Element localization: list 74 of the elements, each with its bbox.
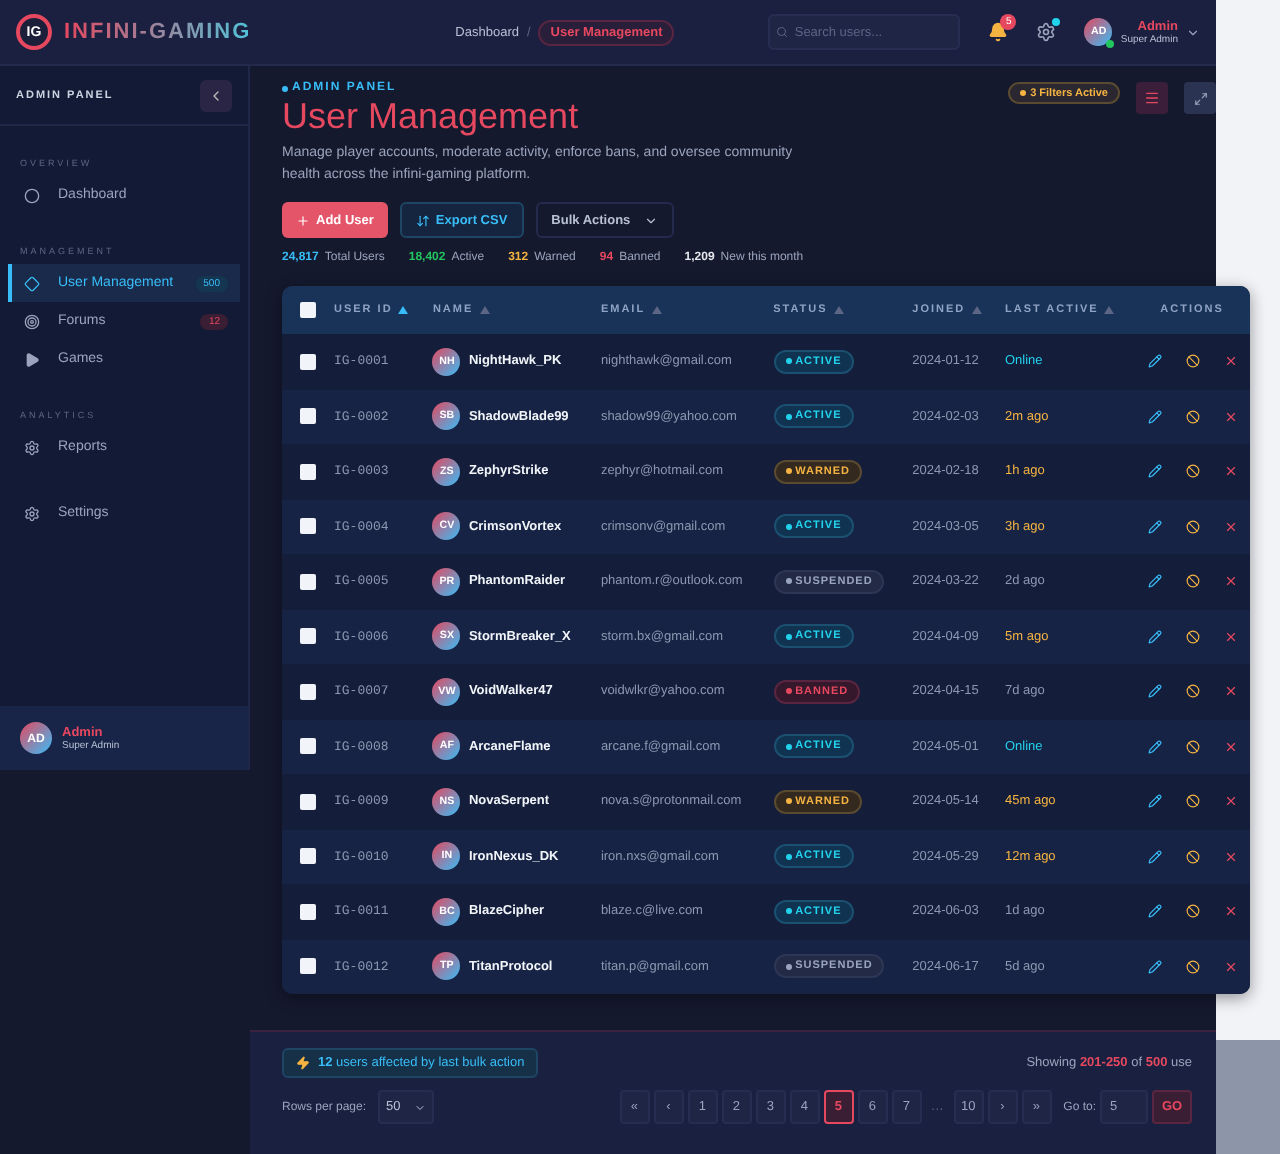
ban-button[interactable] [1185,794,1200,809]
caret-icon [644,213,659,227]
edit-button[interactable] [1147,959,1162,974]
page-title: User Management [282,96,581,138]
edit-button[interactable] [1147,409,1162,424]
select-all-checkbox[interactable] [300,302,316,318]
caret-icon [414,1101,427,1113]
edit-button[interactable] [1147,849,1162,864]
delete-button[interactable] [1223,629,1238,644]
bell-icon[interactable] [988,22,1009,42]
delete-button[interactable] [1223,684,1238,699]
row-checkbox[interactable] [300,683,316,700]
delete-button[interactable] [1223,739,1238,754]
delete-button[interactable] [1223,849,1238,864]
ban-button[interactable] [1185,904,1200,919]
ban-button[interactable] [1185,409,1200,424]
search-icon [776,26,789,38]
delete-button[interactable] [1223,959,1238,974]
status-dot [1052,18,1061,26]
caret-icon[interactable] [1186,25,1200,39]
delete-button[interactable] [1223,794,1238,809]
ban-button[interactable] [1185,574,1200,589]
settings-icon [24,439,40,455]
row-checkbox[interactable] [300,573,316,590]
target-icon [24,313,40,329]
edit-button[interactable] [1147,904,1162,919]
chevron-left-icon [208,87,224,103]
sort-icon[interactable] [398,305,409,314]
row-checkbox[interactable] [300,518,316,535]
row-checkbox[interactable] [300,738,316,755]
arrows-icon [415,213,430,227]
edit-button[interactable] [1147,629,1162,644]
delete-button[interactable] [1223,574,1238,589]
ban-button[interactable] [1185,849,1200,864]
ban-button[interactable] [1185,464,1200,479]
row-checkbox[interactable] [300,848,316,865]
edit-button[interactable] [1147,464,1162,479]
row-checkbox[interactable] [300,463,316,480]
row-checkbox[interactable] [300,353,316,370]
edit-button[interactable] [1147,739,1162,754]
row-checkbox[interactable] [300,793,316,810]
settings-icon [24,505,40,521]
row-checkbox[interactable] [300,903,316,920]
delete-button[interactable] [1223,464,1238,479]
edit-button[interactable] [1147,794,1162,809]
delete-button[interactable] [1223,519,1238,534]
ban-button[interactable] [1185,684,1200,699]
ban-button[interactable] [1185,354,1200,369]
edit-button[interactable] [1147,519,1162,534]
row-checkbox[interactable] [300,958,316,975]
ban-button[interactable] [1185,519,1200,534]
edit-button[interactable] [1147,574,1162,589]
collapse-button[interactable] [200,79,232,111]
delete-button[interactable] [1223,904,1238,919]
edit-button[interactable] [1147,684,1162,699]
row-checkbox[interactable] [300,408,316,425]
row-checkbox[interactable] [300,628,316,645]
play-icon [24,351,40,367]
brand-name: INFINI-GAMING [64,20,252,44]
menu-button[interactable] [1136,82,1168,114]
expand-button[interactable] [1184,82,1216,114]
edit-button[interactable] [1147,354,1162,369]
delete-button[interactable] [1223,409,1238,424]
ban-button[interactable] [1185,959,1200,974]
menu-icon [1144,90,1160,106]
settings-icon[interactable] [1036,22,1057,42]
delete-button[interactable] [1223,354,1238,369]
diamond-icon [24,275,40,291]
ban-button[interactable] [1185,739,1200,754]
lightning-icon [296,1056,310,1070]
circle-icon [24,187,40,203]
plus-icon [296,213,310,227]
ban-button[interactable] [1185,629,1200,644]
expand-icon [1193,91,1207,105]
